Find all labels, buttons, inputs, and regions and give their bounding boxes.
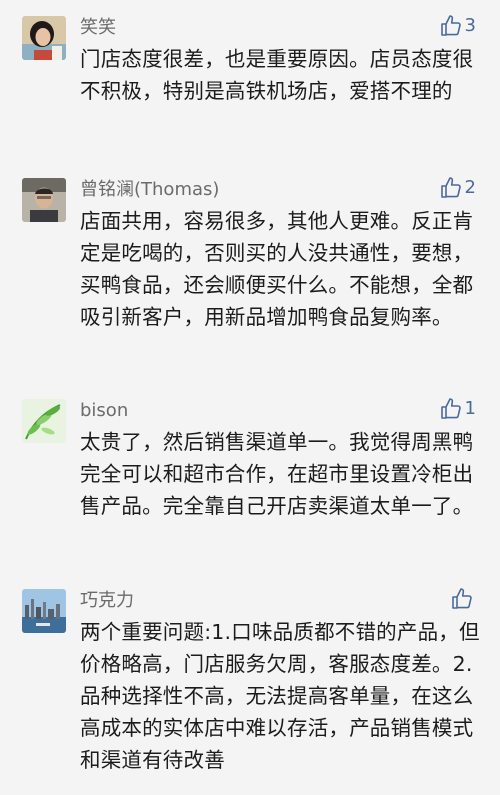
avatar[interactable] (22, 178, 66, 222)
like-count: 1 (464, 398, 476, 419)
thumbs-up-icon (440, 398, 461, 419)
like-button[interactable]: 3 (439, 14, 476, 38)
avatar-man-photo-icon (22, 178, 66, 222)
comment-text: 两个重要问题:1.口味品质都不错的产品，但价格略高，门店服务欠周，客服态度差。2… (80, 620, 480, 772)
thumbs-up-icon (440, 15, 461, 36)
like-button[interactable]: 1 (439, 397, 476, 421)
comment-text: 门店态度很差，也是重要原因。店员态度很不积极，特别是高铁机场店，爱搭不理的 (80, 47, 474, 103)
like-count: 3 (464, 15, 476, 36)
avatar[interactable] (22, 16, 66, 60)
thumbs-up-icon (452, 588, 472, 609)
like-button[interactable]: 2 (439, 176, 476, 200)
avatar-green-leaves-icon (22, 399, 66, 443)
avatar[interactable] (22, 589, 66, 633)
like-count: 2 (464, 177, 476, 198)
avatar-woman-photo-icon (22, 16, 66, 60)
thumbs-up-icon (440, 177, 461, 198)
comment-author[interactable]: 曾铭澜(Thomas) (80, 178, 219, 202)
comment-author[interactable]: bison (80, 399, 128, 423)
avatar-city-skyline-icon (22, 589, 66, 633)
comment-author[interactable]: 巧克力 (80, 589, 134, 613)
comment-author[interactable]: 笑笑 (80, 16, 116, 40)
comment-text: 太贵了，然后销售渠道单一。我觉得周黑鸭完全可以和超市合作，在超市里设置冷柜出售产… (80, 430, 474, 518)
avatar[interactable] (22, 399, 66, 443)
like-button[interactable] (450, 587, 476, 611)
comment-text: 店面共用，容易很多，其他人更难。反正肯定是吃喝的，否则买的人没共通性，要想，买鸭… (80, 209, 474, 329)
